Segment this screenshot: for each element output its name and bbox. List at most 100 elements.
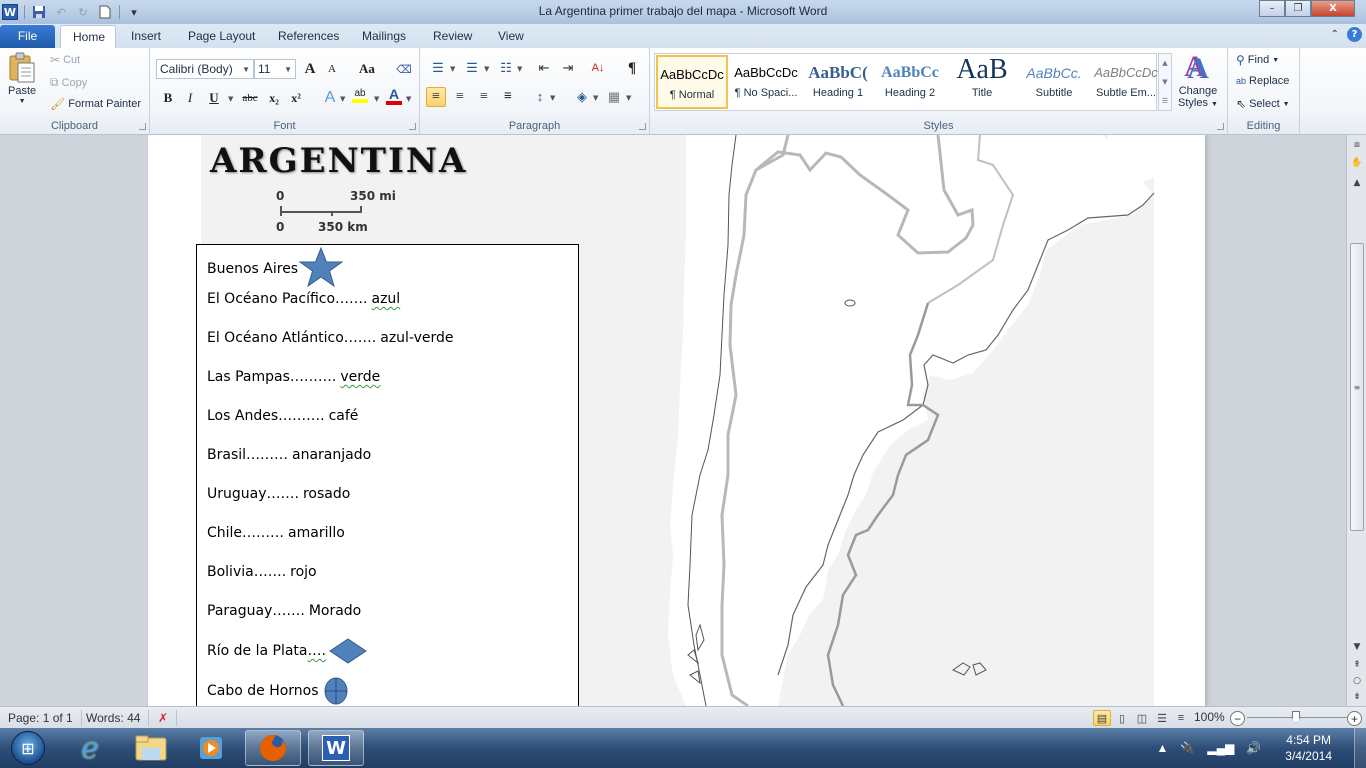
- tab-mailings[interactable]: Mailings: [350, 25, 418, 48]
- font-size-dropdown[interactable]: 11 ▼: [254, 59, 296, 79]
- borders-icon[interactable]: ▦: [604, 87, 624, 107]
- gallery-down-icon[interactable]: ▼: [1162, 78, 1167, 86]
- shading-dropdown-arrow[interactable]: ▼: [593, 94, 598, 102]
- copy-button[interactable]: ⧉ Copy: [50, 75, 87, 90]
- align-center-button[interactable]: ≡: [450, 87, 470, 107]
- multilevel-list-icon[interactable]: ☷: [496, 58, 516, 78]
- bullets-dropdown-arrow[interactable]: ▼: [450, 65, 455, 73]
- scroll-thumb[interactable]: ≡: [1350, 243, 1364, 531]
- gallery-more-icon[interactable]: ☰: [1162, 97, 1168, 105]
- tab-references[interactable]: References: [266, 25, 351, 48]
- zoom-slider-thumb[interactable]: [1292, 711, 1300, 723]
- network-signal-icon[interactable]: ▂▄▆: [1207, 741, 1234, 755]
- numbering-dropdown-arrow[interactable]: ▼: [484, 65, 489, 73]
- line-spacing-icon[interactable]: ↕: [530, 87, 550, 107]
- style-heading-2[interactable]: AaBbCc Heading 2: [874, 55, 946, 109]
- clipboard-dialog-launcher[interactable]: [139, 123, 146, 130]
- scroll-up-button[interactable]: ▲: [1347, 175, 1366, 191]
- find-dropdown-arrow[interactable]: ▼: [1272, 57, 1279, 64]
- web-layout-button[interactable]: ◫: [1133, 710, 1151, 726]
- font-color-dropdown-arrow[interactable]: ▼: [406, 95, 411, 103]
- tab-home[interactable]: Home: [60, 25, 116, 48]
- document-page[interactable]: ARGENTINA 0 350 mi 0 350 km Buenos Aires…: [148, 135, 1205, 706]
- circle-cross-icon[interactable]: [323, 676, 351, 706]
- power-plug-icon[interactable]: 🔌: [1180, 741, 1195, 755]
- font-dialog-launcher[interactable]: [409, 123, 416, 130]
- select-button[interactable]: ⇖ Select ▼: [1236, 97, 1290, 111]
- align-right-button[interactable]: ≡: [474, 87, 494, 107]
- underline-button[interactable]: U: [204, 88, 224, 108]
- minimize-button[interactable]: –: [1259, 0, 1285, 17]
- taskbar-word[interactable]: W: [308, 730, 364, 766]
- cut-button[interactable]: ✂ Cut: [50, 53, 80, 67]
- clear-formatting-icon[interactable]: ⌫: [394, 59, 414, 79]
- volume-icon[interactable]: 🔊: [1246, 741, 1261, 755]
- tab-page-layout[interactable]: Page Layout: [176, 25, 267, 48]
- highlight-dropdown-arrow[interactable]: ▼: [374, 95, 379, 103]
- font-name-dropdown[interactable]: Calibri (Body) ▼: [156, 59, 254, 79]
- paste-button[interactable]: Paste ▼: [8, 52, 36, 105]
- change-case-button[interactable]: Aa: [354, 59, 380, 79]
- styles-gallery-scroll[interactable]: ▲ ▼ ☰: [1158, 53, 1172, 111]
- find-button[interactable]: ⚲ Find ▼: [1236, 53, 1279, 67]
- line-spacing-dropdown-arrow[interactable]: ▼: [550, 94, 555, 102]
- change-styles-button[interactable]: A Change Styles ▼: [1178, 53, 1218, 111]
- scroll-down-button[interactable]: ▼: [1347, 639, 1366, 655]
- style-normal[interactable]: AaBbCcDc ¶ Normal: [656, 55, 728, 109]
- highlight-button[interactable]: ab: [350, 86, 370, 106]
- superscript-button[interactable]: x²: [286, 88, 306, 108]
- numbering-icon[interactable]: ☰: [462, 58, 482, 78]
- bullets-icon[interactable]: ☰: [428, 58, 448, 78]
- taskbar-file-explorer[interactable]: [123, 730, 179, 766]
- start-button[interactable]: ⊞: [0, 730, 56, 766]
- select-browse-object-button[interactable]: ○: [1347, 673, 1366, 689]
- align-left-button[interactable]: ≡: [426, 87, 446, 107]
- close-button[interactable]: X: [1311, 0, 1355, 17]
- show-formatting-marks-button[interactable]: ¶: [622, 58, 642, 78]
- help-icon[interactable]: ?: [1347, 27, 1362, 42]
- justify-button[interactable]: ≡: [498, 87, 518, 107]
- draft-view-button[interactable]: ≡: [1172, 710, 1190, 726]
- font-color-button[interactable]: A: [384, 86, 404, 106]
- minimize-ribbon-icon[interactable]: ⌃: [1331, 29, 1339, 40]
- document-area[interactable]: ARGENTINA 0 350 mi 0 350 km Buenos Aires…: [0, 135, 1346, 706]
- taskbar-media-player[interactable]: [183, 730, 239, 766]
- strikethrough-button[interactable]: abc: [238, 88, 262, 108]
- tab-file[interactable]: File: [0, 25, 55, 48]
- split-view-icon[interactable]: ⧈: [1347, 137, 1366, 153]
- italic-button[interactable]: I: [180, 88, 200, 108]
- grow-font-button[interactable]: A: [300, 59, 320, 79]
- style-no-spacing[interactable]: AaBbCcDc ¶ No Spaci...: [730, 55, 802, 109]
- clock[interactable]: 4:54 PM 3/4/2014: [1285, 732, 1332, 764]
- tab-view[interactable]: View: [486, 25, 536, 48]
- shrink-font-button[interactable]: A: [322, 59, 342, 79]
- style-title[interactable]: AaB Title: [946, 55, 1018, 109]
- previous-page-button[interactable]: ⇞: [1347, 657, 1366, 673]
- star-icon[interactable]: [298, 247, 344, 287]
- select-dropdown-arrow[interactable]: ▼: [1283, 101, 1290, 108]
- zoom-out-button[interactable]: −: [1230, 711, 1245, 726]
- hand-icon[interactable]: ✋: [1347, 155, 1366, 171]
- restore-button[interactable]: ❐: [1285, 0, 1311, 17]
- paragraph-dialog-launcher[interactable]: [639, 123, 646, 130]
- borders-dropdown-arrow[interactable]: ▼: [626, 94, 631, 102]
- zoom-level[interactable]: 100%: [1194, 710, 1225, 724]
- outline-view-button[interactable]: ☰: [1153, 710, 1171, 726]
- multilevel-dropdown-arrow[interactable]: ▼: [517, 65, 522, 73]
- style-subtitle[interactable]: AaBbCc. Subtitle: [1018, 55, 1090, 109]
- diamond-icon[interactable]: [328, 637, 368, 665]
- show-hidden-icons-button[interactable]: ▲: [1157, 741, 1169, 755]
- full-screen-reading-button[interactable]: ▯: [1113, 710, 1131, 726]
- subscript-button[interactable]: x₂: [264, 88, 284, 108]
- word-count[interactable]: Words: 44: [78, 710, 150, 726]
- zoom-in-button[interactable]: +: [1347, 711, 1362, 726]
- page-count[interactable]: Page: 1 of 1: [0, 710, 82, 726]
- show-desktop-button[interactable]: [1354, 728, 1366, 768]
- format-painter-button[interactable]: 🖌 Format Painter: [50, 97, 141, 111]
- proofing-errors-icon[interactable]: ✗: [150, 710, 178, 726]
- tab-insert[interactable]: Insert: [119, 25, 173, 48]
- legend-box[interactable]: Buenos Aires El Océano Pacífico……. azul E…: [196, 244, 579, 706]
- style-subtle-emphasis[interactable]: AaBbCcDc Subtle Em...: [1090, 55, 1162, 109]
- styles-dialog-launcher[interactable]: [1217, 123, 1224, 130]
- replace-button[interactable]: ab Replace: [1236, 75, 1289, 87]
